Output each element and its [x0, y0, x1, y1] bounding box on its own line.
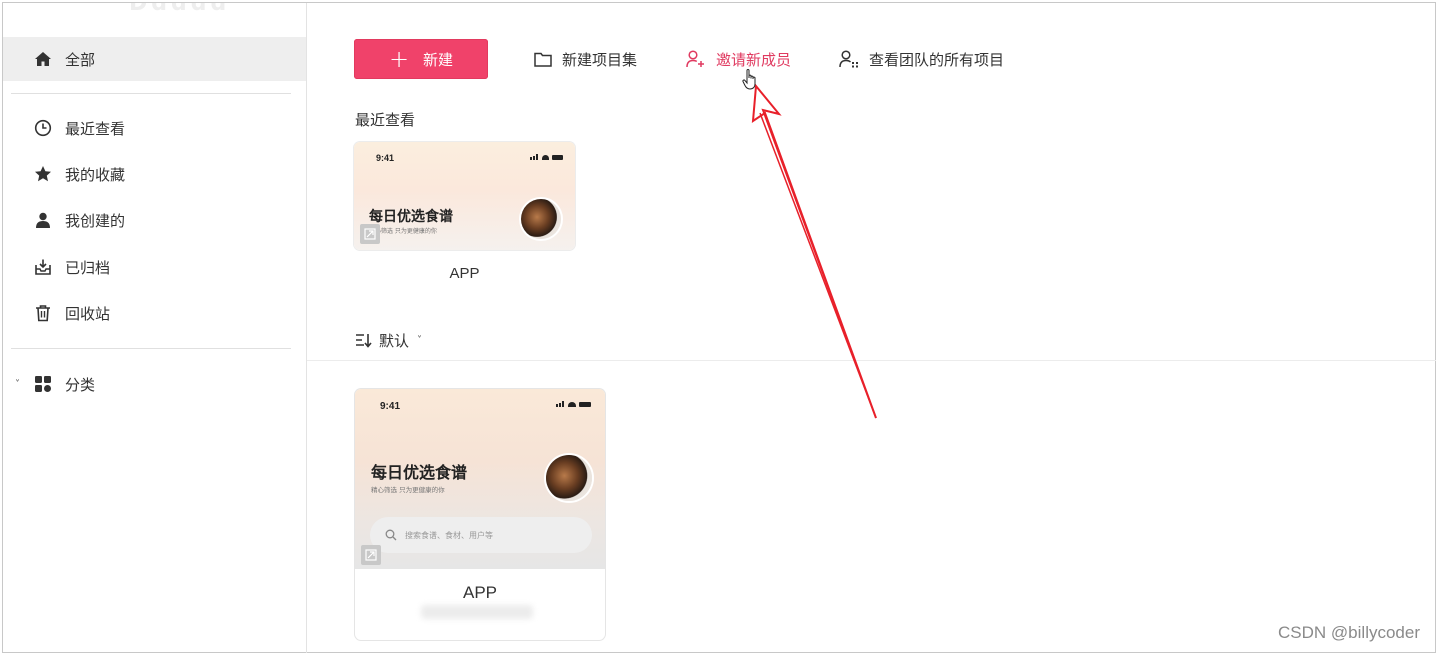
sidebar-item-label: 回收站	[65, 304, 111, 323]
sidebar-item-favorites[interactable]: 我的收藏	[3, 152, 306, 196]
archive-icon	[33, 257, 53, 277]
prototype-badge-icon	[360, 224, 380, 244]
content-divider	[307, 360, 1436, 361]
sort-dropdown[interactable]: 默认 ˅	[355, 330, 422, 351]
new-project-set-link[interactable]: 新建项目集	[534, 47, 637, 71]
clock-icon	[33, 118, 53, 138]
thumbnail-title: 每日优选食谱	[371, 463, 468, 482]
food-avatar	[546, 455, 592, 501]
thumbnail-subtitle: 精心筛选 只为更健康的你	[371, 486, 445, 494]
sidebar-item-label: 分类	[65, 375, 96, 394]
recent-card-label[interactable]: APP	[354, 265, 575, 282]
user-icon	[33, 210, 53, 230]
sidebar-item-label: 已归档	[65, 258, 111, 277]
search-icon	[385, 529, 397, 541]
logo: Ddddd	[129, 3, 231, 16]
watermark: CSDN @billycoder	[1278, 623, 1420, 642]
invite-member-link[interactable]: 邀请新成员	[686, 47, 791, 71]
sidebar-item-label: 全部	[65, 50, 96, 69]
project-card[interactable]: 9:41 每日优选食谱 精心筛选 只为更健康的你 搜索食谱、食材、用户等 APP	[355, 389, 605, 640]
main-content: + 新建 新建项目集 邀请新成员 查看团队的所有项目 最近查看 9:41 每日优…	[307, 3, 1436, 653]
thumbnail-searchbar: 搜索食谱、食材、用户等	[370, 517, 592, 553]
sidebar-item-label: 我创建的	[65, 211, 126, 230]
sidebar: Ddddd 全部 最近查看 我的收藏 我创建的 已归档 回收站 ˅ 分类	[3, 3, 307, 653]
hand-cursor-icon	[742, 68, 760, 96]
thumbnail-title: 每日优选食谱	[369, 209, 453, 225]
sidebar-item-label: 最近查看	[65, 119, 126, 138]
prototype-badge-icon	[361, 545, 381, 565]
sort-icon	[356, 334, 372, 348]
sidebar-item-archived[interactable]: 已归档	[3, 245, 306, 289]
team-icon	[839, 50, 858, 68]
home-icon	[33, 49, 53, 69]
sidebar-item-recent[interactable]: 最近查看	[3, 106, 306, 150]
new-button[interactable]: + 新建	[354, 39, 488, 79]
sidebar-item-all[interactable]: 全部	[3, 37, 306, 81]
thumbnail-time: 9:41	[376, 153, 395, 163]
food-avatar	[521, 199, 561, 239]
status-icons	[556, 401, 591, 407]
sidebar-divider	[11, 93, 291, 94]
recent-project-card[interactable]: 9:41 每日优选食谱 精心筛选 只为更健康的你	[354, 142, 575, 250]
folder-icon	[534, 52, 552, 67]
project-card-label: APP	[462, 583, 498, 602]
chevron-down-icon: ˅	[417, 335, 423, 346]
sidebar-item-category[interactable]: 分类	[3, 362, 306, 406]
recent-section-title: 最近查看	[355, 111, 416, 129]
grid-icon	[33, 374, 53, 394]
sidebar-divider	[11, 348, 291, 349]
thumbnail-time: 9:41	[380, 401, 401, 412]
star-icon	[33, 164, 53, 184]
new-button-label: 新建	[423, 50, 454, 69]
new-project-set-label: 新建项目集	[562, 50, 638, 69]
invite-member-label: 邀请新成员	[716, 50, 792, 69]
status-icons	[530, 154, 563, 160]
blurred-meta	[421, 605, 533, 619]
sidebar-item-trash[interactable]: 回收站	[3, 291, 306, 335]
view-team-projects-label: 查看团队的所有项目	[869, 50, 1005, 69]
sidebar-item-label: 我的收藏	[65, 165, 126, 184]
search-placeholder: 搜索食谱、食材、用户等	[405, 530, 493, 540]
add-user-icon	[686, 50, 704, 68]
trash-icon	[33, 303, 53, 323]
view-team-projects-link[interactable]: 查看团队的所有项目	[839, 47, 1004, 71]
sidebar-item-created[interactable]: 我创建的	[3, 198, 306, 242]
plus-icon: +	[388, 45, 410, 73]
sort-label: 默认	[379, 332, 410, 350]
project-thumbnail: 9:41 每日优选食谱 精心筛选 只为更健康的你 搜索食谱、食材、用户等	[355, 389, 605, 569]
